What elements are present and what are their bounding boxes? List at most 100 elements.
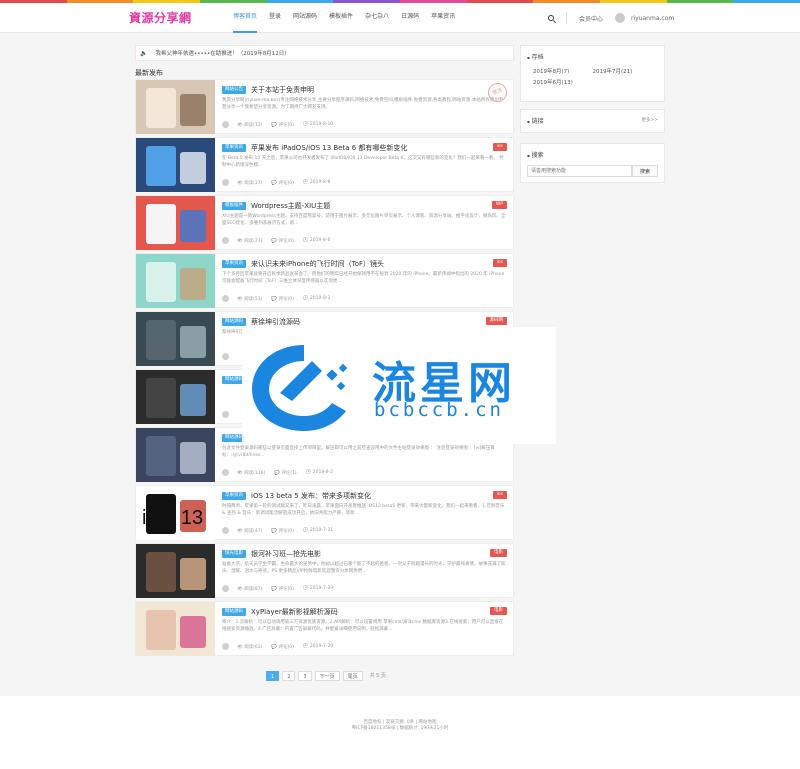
user-center-link[interactable]: 会员中心 — [579, 14, 603, 23]
post-thumbnail[interactable] — [136, 544, 215, 598]
post-title[interactable]: Wordpress主题-XIU主题 — [251, 201, 330, 211]
notice-text[interactable]: 我希父神年依遇•••••在助推进！（2019年8月12日） — [155, 49, 289, 57]
post-thumbnail[interactable] — [136, 370, 215, 424]
post-comments[interactable]: 💬 评论(1) — [274, 470, 296, 476]
post-item[interactable]: 苹果资讯 来认识未来iPhone的飞行时间（ToF）镜头 ios 下个多月后苹果… — [135, 253, 514, 308]
post-title[interactable]: 银河补习班—抢先电影 — [251, 549, 321, 559]
post-thumbnail[interactable] — [136, 602, 215, 656]
post-item[interactable]: 网站公告 关于本站于免责申明 置顶 我资分享网(riyuan-ma.bez)专注… — [135, 79, 514, 134]
archive-widget: ▪ 存档 2019年8月(7) 2019年7月(21) 2019年6月(13) — [520, 45, 665, 102]
post-thumbnail[interactable] — [136, 80, 215, 134]
post-item[interactable]: 惊光电影 银河补习班—抢先电影 电影 准备大宗，航天员学生学霸，生命最大的逆势中… — [135, 543, 514, 598]
user-domain[interactable]: riyuanma.com — [631, 15, 674, 22]
nav-item-daily-source[interactable]: 日源码 — [401, 13, 419, 33]
post-thumbnail[interactable]: iOS 13 — [136, 486, 215, 540]
nav-item-misc[interactable]: 杂七杂八 — [365, 13, 389, 33]
post-meta: 👁 阅读(37) 💬 评论(0) 🕒 2019-8-8 — [222, 179, 339, 186]
site-logo[interactable]: 資源分享網 — [129, 9, 192, 26]
post-title[interactable]: 苹果发布 iPadOS/iOS 13 Beta 6 都有哪些新变化 — [251, 143, 407, 153]
post-comments[interactable]: 💬 评论(0) — [271, 180, 293, 186]
post-tag[interactable]: ios — [492, 259, 507, 267]
post-category-badge[interactable]: 苹果资讯 — [222, 491, 246, 500]
post-thumbnail[interactable] — [136, 196, 215, 250]
post-excerpt: 准备大宗，航天员学生学霸，生命最大的逆势中，他却以超过已那个能了不起的爸爸。一对… — [222, 562, 506, 574]
post-tag[interactable]: 电影 — [490, 607, 507, 615]
links-widget: ▪ 链接 更多>> — [520, 109, 665, 133]
post-category-badge[interactable]: 网站公告 — [222, 85, 246, 94]
post-excerpt: 包含文件登录源码那些以登录页面直接上传项目里，解压即可以用之前检查没用中的文件主… — [222, 446, 495, 458]
post-date: 🕒 2019-7-29 — [302, 586, 334, 591]
post-comments[interactable]: 💬 评论(0) — [271, 122, 293, 128]
post-date: 🕒 2019-8-2 — [302, 296, 331, 301]
author-avatar[interactable] — [222, 237, 229, 244]
svg-text:iOS 13: iOS 13 — [142, 507, 203, 529]
author-avatar[interactable] — [222, 469, 229, 476]
post-tag[interactable]: ios — [492, 143, 507, 151]
post-title[interactable]: iOS 13 beta 5 发布：带来多项新变化 — [251, 491, 371, 501]
author-avatar[interactable] — [222, 527, 229, 534]
post-title[interactable]: 来认识未来iPhone的飞行时间（ToF）镜头 — [251, 259, 384, 269]
post-tag[interactable]: WP — [491, 201, 507, 209]
post-thumbnail[interactable] — [136, 254, 215, 308]
nav-item-templates[interactable]: 模板插件 — [329, 13, 353, 33]
post-views: 👁 阅读(27) — [237, 238, 263, 244]
archive-link[interactable]: 2019年7月(21) — [593, 67, 653, 78]
post-thumbnail[interactable] — [136, 138, 215, 192]
post-title[interactable]: 蔡徐坤引流源码 — [251, 317, 300, 327]
post-tag[interactable]: 源码网 — [485, 317, 507, 325]
post-category-badge[interactable]: 模板插件 — [222, 201, 246, 210]
post-excerpt: 简介：1.云解析：可以自动调用第三方资源优质资源。2.API解析：可以设置调用 … — [222, 620, 504, 632]
search-icon[interactable] — [548, 15, 554, 21]
post-title[interactable]: 关于本站于免责申明 — [251, 85, 314, 95]
author-avatar[interactable] — [222, 179, 229, 186]
post-category-badge[interactable]: 苹果资讯 — [222, 259, 246, 268]
post-excerpt: 在 Beta 5 发布 10 天之后，苹果公司也开发者发布了 iPadOS/iO… — [222, 156, 504, 168]
links-more-link[interactable]: 更多>> — [641, 117, 658, 123]
post-excerpt: 我资分享网(riyuan-ma.bez)专注网络技术分享,主要分享程序源码,网络… — [222, 98, 504, 110]
search-button[interactable]: 搜索 — [632, 165, 658, 177]
post-comments[interactable]: 💬 评论(0) — [271, 238, 293, 244]
post-tag[interactable]: ios — [492, 491, 507, 499]
page-1[interactable]: 1 — [266, 671, 280, 681]
post-comments[interactable]: 💬 评论(0) — [271, 586, 293, 592]
nav-item-apple-news[interactable]: 苹果资讯 — [431, 13, 455, 33]
nav-item-login[interactable]: 登录 — [269, 13, 281, 33]
search-input[interactable] — [527, 165, 632, 177]
page-2[interactable]: 2 — [282, 671, 296, 681]
post-title[interactable]: XyPlayer最新影视解析源码 — [251, 607, 338, 617]
author-avatar[interactable] — [222, 353, 229, 360]
author-avatar[interactable] — [222, 585, 229, 592]
avatar[interactable] — [615, 13, 626, 23]
post-excerpt: XIU主题是一款Wordpress主题。支持百度熊掌号，适用于图片展示、多元化图… — [222, 214, 506, 226]
post-category-badge[interactable]: 网站源码 — [222, 607, 246, 616]
nav-item-source[interactable]: 网站源码 — [293, 13, 317, 33]
post-meta: 👁 阅读(12) 💬 评论(0) 🕒 2019-8-10 — [222, 121, 342, 128]
post-category-badge[interactable]: 苹果资讯 — [222, 143, 246, 152]
post-comments[interactable]: 💬 评论(0) — [271, 644, 293, 650]
post-item[interactable]: 苹果资讯 苹果发布 iPadOS/iOS 13 Beta 6 都有哪些新变化 i… — [135, 137, 514, 192]
post-comments[interactable]: 💬 评论(0) — [271, 296, 293, 302]
post-thumbnail[interactable] — [136, 428, 215, 482]
footer-icp: 粤ICP备18011358号 | 数据统计: 190天21小时 — [351, 726, 449, 731]
post-date: 🕒 2019-8-2 — [305, 470, 334, 475]
post-category-badge[interactable]: 惊光电影 — [222, 549, 246, 558]
archive-link[interactable]: 2019年6月(13) — [533, 78, 593, 89]
author-avatar[interactable] — [222, 121, 229, 128]
author-avatar[interactable] — [222, 643, 229, 650]
post-tag[interactable]: 电影 — [490, 549, 507, 557]
post-comments[interactable]: 💬 评论(0) — [271, 528, 293, 534]
archive-link[interactable]: 2019年8月(7) — [533, 67, 593, 78]
post-date: 🕒 2019-8-6 — [302, 238, 331, 243]
author-avatar[interactable] — [222, 295, 229, 302]
page-3[interactable]: 3 — [298, 671, 312, 681]
post-views: 👁 阅读(12) — [237, 122, 263, 128]
post-category-badge[interactable]: 网站源码 — [222, 317, 246, 326]
author-avatar[interactable] — [222, 411, 229, 418]
nav-item-home[interactable]: 博客首页 — [233, 13, 258, 33]
post-item[interactable]: 模板插件 Wordpress主题-XIU主题 WP XIU主题是一款Wordpr… — [135, 195, 514, 250]
post-thumbnail[interactable] — [136, 312, 215, 366]
post-item[interactable]: iOS 13 苹果资讯 iOS 13 beta 5 发布：带来多项新变化 ios… — [135, 485, 514, 540]
post-item[interactable]: 网站源码 XyPlayer最新影视解析源码 电影 简介：1.云解析：可以自动调用… — [135, 601, 514, 656]
last-page-button[interactable]: 尾页 — [342, 671, 363, 681]
next-page-button[interactable]: 下一页 — [314, 671, 340, 681]
